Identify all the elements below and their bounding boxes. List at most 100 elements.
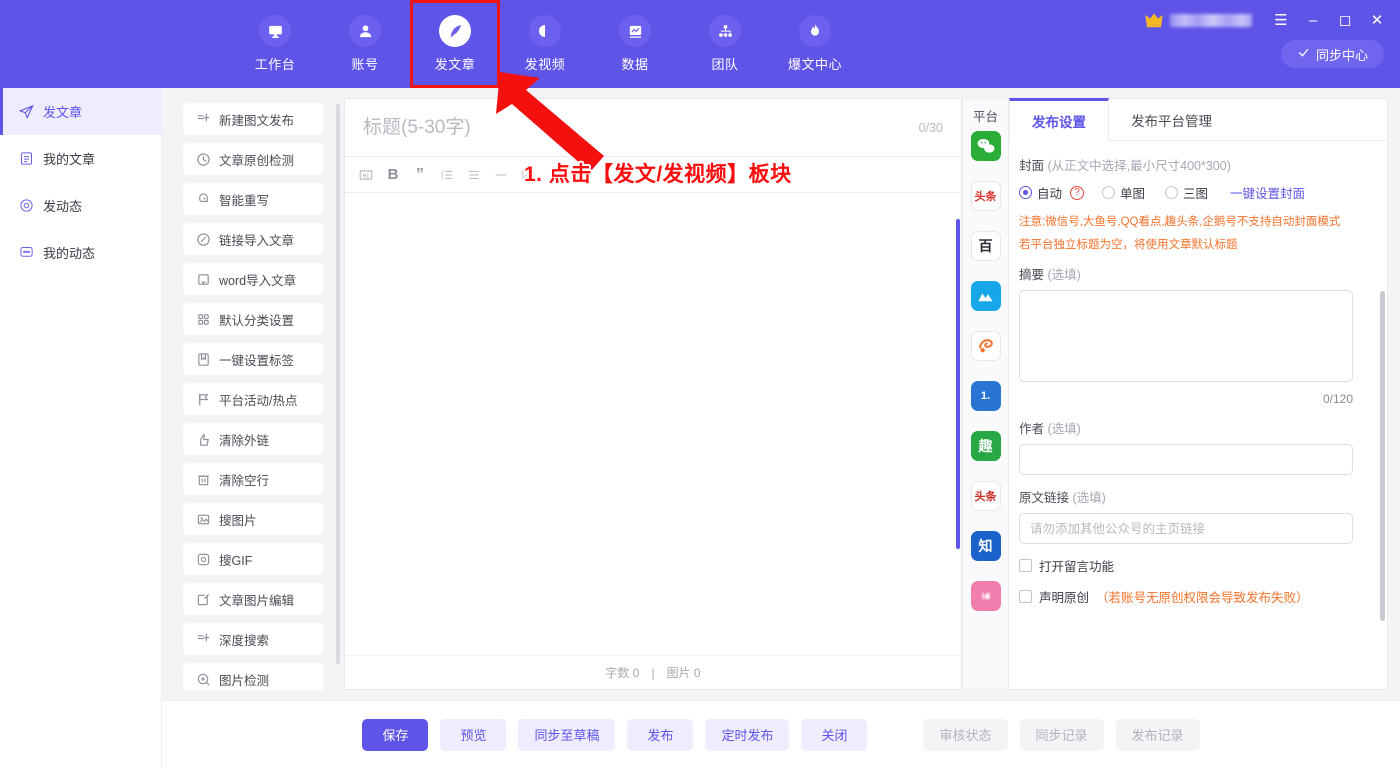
align-icon[interactable] xyxy=(544,164,566,186)
sidebar-item-post-moment[interactable]: 发动态 xyxy=(0,182,161,229)
nav-item-data[interactable]: 数据 xyxy=(590,0,680,88)
toutiao-platform-icon[interactable]: 头条 xyxy=(971,181,1001,211)
tab-publish-settings[interactable]: 发布设置 xyxy=(1009,98,1109,141)
trash-icon xyxy=(196,472,211,487)
maximize-icon[interactable]: ◻ xyxy=(1330,7,1360,33)
set-cover-link[interactable]: 一键设置封面 xyxy=(1230,183,1305,202)
tool-button-label: 链接导入文章 xyxy=(219,230,294,249)
tool-button-deep-search[interactable]: 深度搜索 xyxy=(183,623,323,655)
heading-icon[interactable]: H1 xyxy=(355,164,377,186)
save-button[interactable]: 保存 xyxy=(362,719,428,751)
sidebar-item-label: 我的文章 xyxy=(43,149,95,168)
tool-button-new-post[interactable]: 新建图文发布 xyxy=(183,103,323,135)
tool-button-category-grid[interactable]: 默认分类设置 xyxy=(183,303,323,335)
tool-button-edit-square[interactable]: 文章图片编辑 xyxy=(183,583,323,615)
preview-button[interactable]: 预览 xyxy=(440,719,506,751)
cover-option-auto[interactable]: 自动 xyxy=(1019,183,1062,202)
wechat-platform-icon[interactable] xyxy=(971,131,1001,161)
check-icon xyxy=(1297,46,1310,62)
ordered-list-icon[interactable]: 123 xyxy=(436,164,458,186)
tool-button-label: 搜图片 xyxy=(219,510,257,529)
sync-record-button[interactable]: 同步记录 xyxy=(1020,719,1104,751)
nav-item-account[interactable]: 账号 xyxy=(320,0,410,88)
source-link-label: 原文链接 (选填) xyxy=(1019,487,1377,506)
bilibili-platform-icon[interactable]: bili xyxy=(971,581,1001,611)
tool-button-label: 智能重写 xyxy=(219,190,269,209)
minimize-icon[interactable]: – xyxy=(1298,7,1328,33)
bullet-list-icon[interactable] xyxy=(463,164,485,186)
tool-button-label: 新建图文发布 xyxy=(219,110,294,129)
nav-label: 团队 xyxy=(711,54,738,73)
tool-button-ai-rewrite[interactable]: 智能重写 xyxy=(183,183,323,215)
image-icon[interactable] xyxy=(517,164,539,186)
nav-item-hot-article-center[interactable]: 爆文中心 xyxy=(770,0,860,88)
tool-button-gif[interactable]: 搜GIF xyxy=(183,543,323,575)
article-content-area[interactable] xyxy=(345,193,961,655)
tool-button-trash[interactable]: 清除空行 xyxy=(183,463,323,495)
source-link-input[interactable] xyxy=(1019,513,1353,544)
review-status-button[interactable]: 审核状态 xyxy=(923,719,1007,751)
toutiaohao-platform-icon[interactable]: 头条 xyxy=(971,481,1001,511)
cover-option-triple[interactable]: 三图 xyxy=(1165,183,1208,202)
sidebar-item-my-moments[interactable]: 我的动态 xyxy=(0,229,161,276)
tool-list-scrollbar[interactable] xyxy=(336,104,340,664)
checkbox-label: 打开留言功能 xyxy=(1039,556,1114,575)
tool-button-thumb-clear[interactable]: 清除外链 xyxy=(183,423,323,455)
publish-record-button[interactable]: 发布记录 xyxy=(1116,719,1200,751)
dayuhao-platform-icon[interactable] xyxy=(971,281,1001,311)
sync-center-label: 同步中心 xyxy=(1316,45,1368,64)
sohu-platform-icon[interactable] xyxy=(971,331,1001,361)
flag-icon xyxy=(196,392,211,407)
cover-option-single[interactable]: 单图 xyxy=(1102,183,1145,202)
quote-icon[interactable]: ” xyxy=(409,164,431,186)
sync-center-button[interactable]: 同步中心 xyxy=(1281,40,1384,68)
send-paperplane-icon xyxy=(18,104,34,120)
thumb-clear-icon xyxy=(196,432,211,447)
nav-item-publish-video[interactable]: 发视频 xyxy=(500,0,590,88)
tool-button-image-search[interactable]: 搜图片 xyxy=(183,503,323,535)
schedule-publish-button[interactable]: 定时发布 xyxy=(705,719,789,751)
deep-search-icon xyxy=(196,632,211,647)
bold-icon[interactable]: B xyxy=(382,164,404,186)
checkbox-enable-comments[interactable]: 打开留言功能 xyxy=(1019,556,1377,575)
tool-button-originality-check[interactable]: 文章原创检测 xyxy=(183,143,323,175)
menu-icon[interactable]: ☰ xyxy=(1266,7,1296,33)
tool-button-label: 清除空行 xyxy=(219,470,269,489)
tool-button-flag[interactable]: 平台活动/热点 xyxy=(183,383,323,415)
publish-button[interactable]: 发布 xyxy=(627,719,693,751)
user-icon xyxy=(349,15,381,47)
summary-textarea[interactable] xyxy=(1019,290,1353,382)
platform-column-header: 平台 xyxy=(963,99,1008,131)
tool-button-word-import[interactable]: word导入文章 xyxy=(183,263,323,295)
settings-scrollbar[interactable] xyxy=(1380,291,1385,621)
platform-icon-list: 头条百1.趣头条知bili xyxy=(963,131,1008,611)
word-count-label: 字数 0 xyxy=(605,664,639,681)
sidebar-item-my-articles[interactable]: 我的文章 xyxy=(0,135,161,182)
article-title-input[interactable] xyxy=(363,117,919,139)
divider-icon[interactable] xyxy=(490,164,512,186)
tool-button-label: 清除外链 xyxy=(219,430,269,449)
sidebar-item-publish-article[interactable]: 发文章 xyxy=(0,88,161,135)
question-mark-icon[interactable]: ? xyxy=(1070,186,1084,200)
tool-button-image-detect[interactable]: 图片检测 xyxy=(183,663,323,690)
monitor-icon xyxy=(259,15,291,47)
yidianzixun-platform-icon[interactable]: 1. xyxy=(971,381,1001,411)
nav-item-team[interactable]: 团队 xyxy=(680,0,770,88)
new-post-icon xyxy=(196,112,211,127)
editor-scrollbar[interactable] xyxy=(956,219,960,549)
zhihu-platform-icon[interactable]: 知 xyxy=(971,531,1001,561)
tool-button-link-import[interactable]: 链接导入文章 xyxy=(183,223,323,255)
qutoutiao-platform-icon[interactable]: 趣 xyxy=(971,431,1001,461)
tab-platform-management[interactable]: 发布平台管理 xyxy=(1109,99,1234,141)
checkbox-declare-original[interactable]: 声明原创 （若账号无原创权限会导致发布失败） xyxy=(1019,587,1377,606)
close-icon[interactable]: ✕ xyxy=(1362,7,1392,33)
close-button[interactable]: 关闭 xyxy=(801,719,867,751)
button-label: 审核状态 xyxy=(939,725,991,744)
sync-to-draft-button[interactable]: 同步至草稿 xyxy=(518,719,615,751)
baijiahao-platform-icon[interactable]: 百 xyxy=(971,231,1001,261)
author-input[interactable] xyxy=(1019,444,1353,475)
nav-item-publish-article[interactable]: 发文章 xyxy=(410,0,500,88)
tool-button-tag[interactable]: 一键设置标签 xyxy=(183,343,323,375)
nav-item-workbench[interactable]: 工作台 xyxy=(230,0,320,88)
target-circle-icon xyxy=(18,198,34,214)
